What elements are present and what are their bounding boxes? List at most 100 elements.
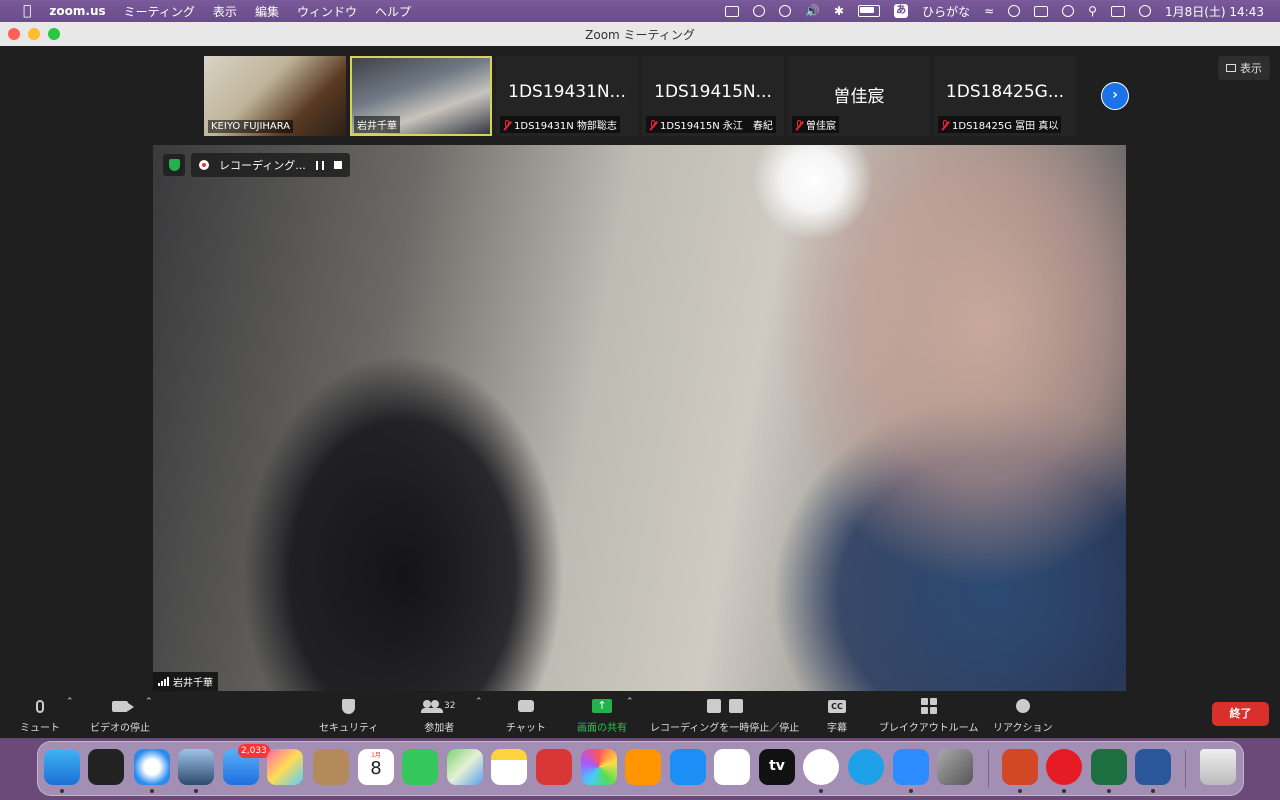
participants-button[interactable]: 32 参加者: [421, 697, 455, 734]
menu-edit[interactable]: 編集: [246, 3, 288, 20]
stop-recording-icon[interactable]: [333, 161, 342, 169]
menu-help[interactable]: ヘルプ: [366, 3, 420, 20]
mic-muted-icon: [795, 119, 803, 130]
calendar-icon[interactable]: 1月 8: [358, 749, 394, 785]
messages-icon[interactable]: [402, 749, 438, 785]
participant-thumbnail[interactable]: KEIYO FUJIHARA: [204, 56, 346, 136]
sync-status-icon[interactable]: [753, 5, 766, 17]
books-icon[interactable]: [625, 749, 661, 785]
preview-icon[interactable]: [178, 749, 214, 785]
mute-button[interactable]: ミュート: [20, 697, 60, 734]
bluetooth-icon[interactable]: ✱: [834, 4, 844, 18]
audio-options-chevron-icon[interactable]: ⌃: [66, 697, 74, 707]
smiley-icon: [1015, 699, 1030, 713]
view-button-label: 表示: [1240, 62, 1262, 75]
participant-caption: KEIYO FUJIHARA: [208, 120, 294, 133]
participants-label: 参加者: [424, 723, 455, 734]
google-drive-icon[interactable]: [937, 749, 973, 785]
input-method-icon[interactable]: あ: [894, 4, 909, 18]
video-camera-icon: [112, 700, 134, 712]
security-button[interactable]: セキュリティ: [319, 697, 378, 734]
encryption-shield-icon[interactable]: [163, 154, 185, 176]
end-meeting-button[interactable]: 終了: [1212, 702, 1269, 726]
menu-view[interactable]: 表示: [204, 3, 246, 20]
menu-meeting[interactable]: ミーティング: [115, 3, 204, 20]
participant-thumbnail[interactable]: 1DS18425G... 1DS18425G 冨田 真以: [934, 56, 1076, 136]
antivirus-icon[interactable]: [1046, 749, 1082, 785]
word-icon[interactable]: [1135, 749, 1171, 785]
input-method-label[interactable]: ひらがな: [922, 3, 970, 20]
spotlight-icon[interactable]: ⚲: [1088, 4, 1097, 18]
participant-caption: 1DS19415N 永江 春紀: [646, 116, 776, 133]
mic-muted-icon: [649, 119, 657, 130]
stop-video-button[interactable]: ビデオの停止: [90, 697, 150, 734]
photos-icon[interactable]: [581, 749, 617, 785]
participant-name: 1DS19431N 物部聡志: [514, 121, 617, 132]
next-page-button[interactable]: ›: [1101, 82, 1129, 110]
user-icon[interactable]: [1008, 5, 1021, 17]
shield-icon: [342, 698, 356, 714]
participant-caption: 曽佳宸: [792, 116, 839, 133]
mic-muted-icon: [941, 119, 949, 130]
participant-caption: 岩井千華: [354, 116, 400, 133]
grid-view-icon: [1226, 64, 1236, 72]
battery-icon[interactable]: [858, 5, 881, 17]
mission-control-icon[interactable]: [88, 749, 124, 785]
participant-thumbnail[interactable]: 1DS19431N... 1DS19431N 物部聡志: [496, 56, 638, 136]
chat-button[interactable]: チャット: [506, 697, 546, 734]
keyboard-icon[interactable]: [1034, 5, 1049, 17]
participant-display-name: 曽佳宸: [833, 87, 885, 107]
control-center-icon[interactable]: [1110, 5, 1125, 17]
share-screen-button[interactable]: ↑ 画面の共有: [577, 697, 627, 734]
chat-label: チャット: [506, 723, 546, 734]
zoom-status-icon[interactable]: [725, 5, 740, 17]
participants-options-chevron-icon[interactable]: ⌃: [475, 697, 483, 707]
menu-app-name[interactable]: zoom.us: [40, 4, 114, 18]
menubar-clock[interactable]: 1月8日(土) 14:43: [1165, 3, 1264, 20]
breakout-rooms-icon: [920, 698, 937, 714]
menu-window[interactable]: ウィンドウ: [288, 3, 366, 20]
recording-control-button[interactable]: レコーディングを一時停止／停止: [650, 697, 799, 734]
view-button[interactable]: 表示: [1218, 56, 1270, 80]
dock: 2,033 1月 8 tv: [37, 741, 1244, 796]
reactions-button[interactable]: リアクション: [993, 697, 1053, 734]
siri-icon[interactable]: [1138, 5, 1151, 17]
participant-thumbnail[interactable]: 曽佳宸 曽佳宸: [788, 56, 930, 136]
participant-name: 1DS19415N 永江 春紀: [660, 121, 773, 132]
running-indicator: [909, 789, 913, 793]
recording-icon: [199, 160, 209, 170]
apple-menu-icon[interactable]: : [14, 3, 40, 19]
powerpoint-icon[interactable]: [1002, 749, 1038, 785]
launchpad-icon[interactable]: [267, 749, 303, 785]
video-options-chevron-icon[interactable]: ⌃: [145, 697, 153, 707]
share-options-chevron-icon[interactable]: ⌃: [626, 697, 634, 707]
notes-icon[interactable]: [491, 749, 527, 785]
running-indicator: [1018, 789, 1022, 793]
participant-name: 曽佳宸: [806, 121, 836, 132]
safari-icon[interactable]: [134, 749, 170, 785]
skype-icon[interactable]: [803, 749, 839, 785]
participant-thumbnail-active[interactable]: 岩井千華: [350, 56, 492, 136]
maps-icon[interactable]: [447, 749, 483, 785]
apple-tv-icon[interactable]: tv: [759, 749, 795, 785]
pause-recording-icon[interactable]: [315, 160, 324, 170]
excel-icon[interactable]: [1091, 749, 1127, 785]
breakout-rooms-button[interactable]: ブレイクアウトルーム: [879, 697, 979, 734]
zoom-icon[interactable]: [893, 749, 929, 785]
mute-label: ミュート: [20, 723, 60, 734]
participant-name: 岩井千華: [357, 121, 397, 132]
captions-button[interactable]: CC 字幕: [827, 697, 847, 734]
finder-icon[interactable]: [44, 749, 80, 785]
pause-icon: [706, 699, 721, 713]
vpn-icon[interactable]: [779, 5, 792, 17]
volume-icon[interactable]: 🔊: [805, 4, 820, 18]
app-store-icon[interactable]: [670, 749, 706, 785]
reminders-icon[interactable]: [714, 749, 750, 785]
contacts-icon[interactable]: [313, 749, 349, 785]
photo-booth-icon[interactable]: [536, 749, 572, 785]
wifi-icon[interactable]: ≈: [984, 4, 994, 18]
skype-for-business-icon[interactable]: [848, 749, 884, 785]
trash-icon[interactable]: [1200, 749, 1236, 785]
participant-thumbnail[interactable]: 1DS19415N... 1DS19415N 永江 春紀: [642, 56, 784, 136]
time-machine-icon[interactable]: [1062, 5, 1075, 17]
